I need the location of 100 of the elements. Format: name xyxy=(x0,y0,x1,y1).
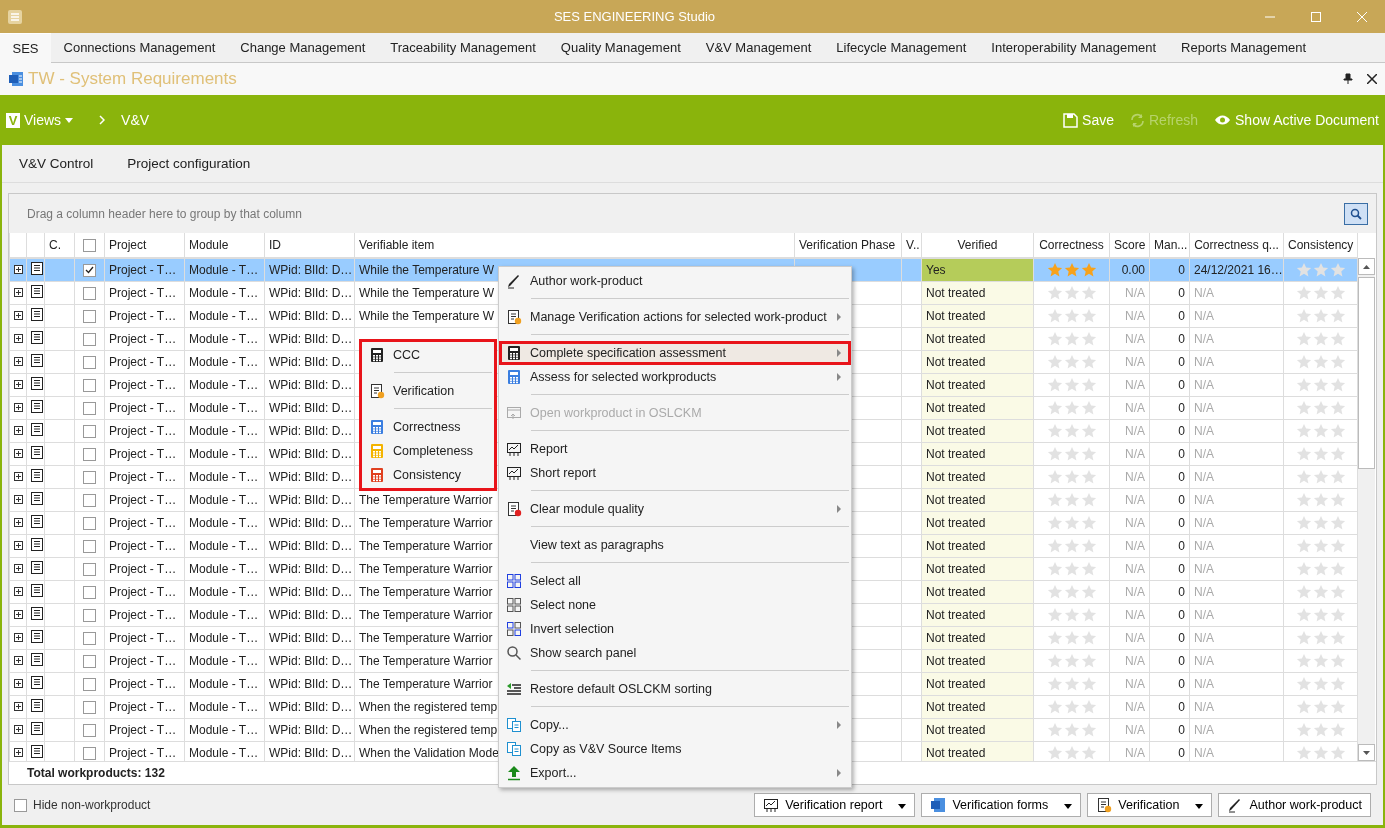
row-checkbox[interactable] xyxy=(83,263,96,277)
scrollbar[interactable] xyxy=(1358,258,1375,761)
column-header[interactable]: Verification Phase xyxy=(794,233,902,258)
scroll-down-icon[interactable] xyxy=(1363,750,1370,755)
expand-icon[interactable] xyxy=(14,495,23,504)
star-icon xyxy=(1295,446,1312,462)
menu-tab[interactable]: SES xyxy=(0,32,51,63)
table-cell: Not treated xyxy=(921,695,1034,719)
column-header[interactable]: Score xyxy=(1109,233,1150,258)
expand-icon[interactable] xyxy=(14,472,23,481)
column-header[interactable]: Module xyxy=(184,233,265,258)
column-header[interactable]: Correctness q... xyxy=(1189,233,1284,258)
menu-tab[interactable]: V&V Management xyxy=(693,33,824,62)
row-checkbox[interactable] xyxy=(83,631,96,645)
expand-icon[interactable] xyxy=(14,426,23,435)
menu-tab[interactable]: Change Management xyxy=(227,33,378,62)
row-checkbox[interactable] xyxy=(83,677,96,691)
menu-tab[interactable]: Quality Management xyxy=(548,33,694,62)
expand-icon[interactable] xyxy=(14,311,23,320)
expand-icon[interactable] xyxy=(14,725,23,734)
menu-tab[interactable]: Connections Management xyxy=(51,33,228,62)
expand-icon[interactable] xyxy=(14,265,23,274)
star-icon xyxy=(1063,400,1080,416)
row-checkbox[interactable] xyxy=(83,378,96,392)
row-checkbox[interactable] xyxy=(83,470,96,484)
menu-tab[interactable]: Interoperability Management xyxy=(978,33,1169,62)
menu-item[interactable]: Consistency xyxy=(362,463,494,487)
menu-item[interactable]: Assess for selected workproducts xyxy=(499,365,851,389)
document-icon xyxy=(31,492,43,505)
footer-button[interactable]: Verification forms xyxy=(921,793,1082,817)
row-checkbox[interactable] xyxy=(83,608,96,622)
expand-icon[interactable] xyxy=(14,656,23,665)
row-checkbox[interactable] xyxy=(83,562,96,576)
column-header[interactable]: ID xyxy=(264,233,355,258)
row-checkbox[interactable] xyxy=(83,401,96,415)
pin-icon[interactable] xyxy=(1343,73,1353,85)
document-icon xyxy=(31,308,43,321)
column-header[interactable]: Verifiable item xyxy=(354,233,795,258)
menu-item[interactable]: Report xyxy=(499,437,851,461)
menu-item[interactable]: Export... xyxy=(499,761,851,785)
row-checkbox[interactable] xyxy=(83,539,96,553)
scroll-up-icon[interactable] xyxy=(1363,264,1370,269)
expand-icon[interactable] xyxy=(14,679,23,688)
star-icon xyxy=(1329,538,1346,554)
menu-tab[interactable]: Reports Management xyxy=(1168,33,1319,62)
expand-icon[interactable] xyxy=(14,334,23,343)
search-icon xyxy=(506,645,522,661)
star-icon xyxy=(1295,377,1312,393)
row-checkbox[interactable] xyxy=(83,447,96,461)
close-icon[interactable] xyxy=(1367,74,1377,84)
expand-icon[interactable] xyxy=(14,541,23,550)
footer-button[interactable]: Verification report xyxy=(754,793,916,817)
row-checkbox[interactable] xyxy=(83,493,96,507)
row-checkbox[interactable] xyxy=(83,516,96,530)
column-header[interactable]: C. xyxy=(44,233,75,258)
column-header[interactable]: Verified xyxy=(921,233,1034,258)
star-icon xyxy=(1046,492,1063,508)
row-checkbox[interactable] xyxy=(83,585,96,599)
star-icon xyxy=(1080,722,1097,738)
row-checkbox[interactable] xyxy=(83,309,96,323)
row-checkbox[interactable] xyxy=(83,332,96,346)
menu-tab[interactable]: Traceability Management xyxy=(377,33,549,62)
menu-item[interactable]: Complete specification assessment xyxy=(499,341,851,365)
column-header[interactable]: V.. xyxy=(901,233,922,258)
sub-tab[interactable]: V&V Control xyxy=(2,156,111,171)
expand-icon[interactable] xyxy=(14,357,23,366)
expand-icon[interactable] xyxy=(14,748,23,757)
row-checkbox[interactable] xyxy=(83,654,96,668)
expand-icon[interactable] xyxy=(14,587,23,596)
table-cell: N/A xyxy=(1109,603,1150,627)
footer-button[interactable]: Verification xyxy=(1087,793,1213,817)
row-checkbox[interactable] xyxy=(83,286,96,300)
row-checkbox[interactable] xyxy=(83,424,96,438)
table-cell: N/A xyxy=(1189,350,1284,374)
expand-icon[interactable] xyxy=(14,564,23,573)
star-icon xyxy=(1329,584,1346,600)
expand-icon[interactable] xyxy=(14,288,23,297)
select-all-checkbox[interactable] xyxy=(83,238,96,252)
expand-icon[interactable] xyxy=(14,610,23,619)
expand-icon[interactable] xyxy=(14,449,23,458)
expand-icon[interactable] xyxy=(14,380,23,389)
menu-item[interactable]: Completeness xyxy=(362,439,494,463)
row-checkbox[interactable] xyxy=(83,746,96,760)
sub-tab[interactable]: Project configuration xyxy=(110,156,268,171)
column-header[interactable]: Consistency xyxy=(1283,233,1358,258)
row-checkbox[interactable] xyxy=(83,723,96,737)
row-checkbox[interactable] xyxy=(83,355,96,369)
column-header[interactable]: Correctness xyxy=(1033,233,1110,258)
expand-icon[interactable] xyxy=(14,633,23,642)
expand-icon[interactable] xyxy=(14,403,23,412)
column-header[interactable]: Man... xyxy=(1149,233,1190,258)
checkbox[interactable] xyxy=(14,798,27,812)
expand-icon[interactable] xyxy=(14,518,23,527)
menu-tab[interactable]: Lifecycle Management xyxy=(823,33,979,62)
expand-icon[interactable] xyxy=(14,702,23,711)
footer-button[interactable]: Author work-product xyxy=(1218,793,1371,817)
column-header[interactable]: Project xyxy=(104,233,185,258)
search-button[interactable] xyxy=(1344,202,1368,225)
menu-item[interactable]: Short report xyxy=(499,461,851,485)
row-checkbox[interactable] xyxy=(83,700,96,714)
